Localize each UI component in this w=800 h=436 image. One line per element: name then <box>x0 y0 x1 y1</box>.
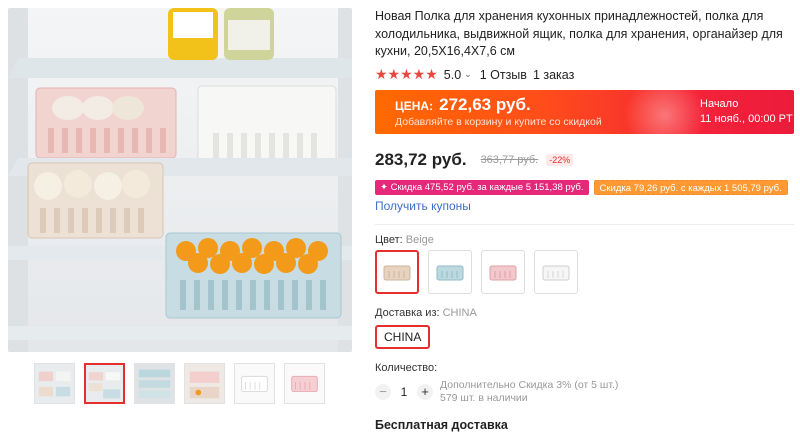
color-value: Beige <box>405 234 434 246</box>
swatch-beige[interactable] <box>375 250 419 294</box>
product-title: Новая Полка для хранения кухонных принад… <box>375 9 783 58</box>
coupon-badge-2[interactable]: Скидка 79,26 руб. с каждых 1 505,79 руб. <box>593 180 788 195</box>
thumbnail-3[interactable] <box>134 363 175 404</box>
thumbnail-2[interactable] <box>84 363 125 404</box>
ship-from-china-button[interactable]: CHINA <box>375 325 431 349</box>
free-shipping-heading: Бесплатная доставка <box>375 418 508 432</box>
coupon-badge-1[interactable]: ✦ Скидка 475,52 руб. за каждые 5 151,38 … <box>375 180 589 195</box>
rating-stars: ★★★★★ <box>375 66 438 82</box>
thumbnail-4[interactable] <box>184 363 225 404</box>
main-product-image[interactable] <box>8 8 352 352</box>
color-swatches <box>375 250 578 294</box>
product-info: Новая Полка для хранения кухонных принад… <box>375 8 795 83</box>
quantity-note: Дополнительно Скидка 3% (от 5 шт.) 579 ш… <box>440 379 618 405</box>
promo-price-label: ЦЕНА: <box>395 99 434 113</box>
promo-subtitle: Добавляйте в корзину и купите со скидкой <box>395 116 602 128</box>
quantity-stepper: − 1 + <box>375 384 433 400</box>
price-row: 283,72 руб. 363,77 руб. -22% <box>375 150 574 170</box>
coupon-list: ✦ Скидка 475,52 руб. за каждые 5 151,38 … <box>375 180 788 195</box>
promo-start-label: Начало <box>700 98 739 110</box>
quantity-minus-button[interactable]: − <box>375 384 391 400</box>
shipping-value: CHINA <box>442 307 477 319</box>
stock-text: 579 шт. в наличии <box>440 392 528 404</box>
thumbnail-1[interactable] <box>34 363 75 404</box>
thumbnail-5[interactable] <box>234 363 275 404</box>
chevron-down-icon[interactable]: ⌄ <box>464 69 472 80</box>
quantity-value[interactable]: 1 <box>391 385 417 399</box>
promo-banner: ЦЕНА: 272,63 руб. Добавляйте в корзину и… <box>375 90 794 134</box>
current-price: 283,72 руб. <box>375 150 467 169</box>
color-label: Цвет: Beige <box>375 234 434 246</box>
promo-start: Начало 11 нояб., 00:00 PT <box>693 97 793 127</box>
orders-count: 1 заказ <box>532 67 575 82</box>
quantity-label: Количество: <box>375 362 438 374</box>
extra-discount-text: Дополнительно Скидка 3% (от 5 шт.) <box>440 379 619 391</box>
rating-row: ★★★★★ 5.0 ⌄ 1 Отзыв 1 заказ <box>375 66 795 83</box>
swatch-pink[interactable] <box>481 250 525 294</box>
thumbnail-6[interactable] <box>284 363 325 404</box>
swatch-white[interactable] <box>534 250 578 294</box>
promo-price: 272,63 руб. <box>439 95 531 114</box>
rating-score[interactable]: 5.0 <box>444 68 461 82</box>
swatch-blue[interactable] <box>428 250 472 294</box>
discount-badge: -22% <box>546 154 574 166</box>
reviews-link[interactable]: 1 Отзыв <box>480 68 527 82</box>
promo-start-date: 11 нояб., 00:00 PT <box>700 113 793 125</box>
quantity-plus-button[interactable]: + <box>417 384 433 400</box>
divider <box>375 224 794 225</box>
shipping-label: Доставка из: CHINA <box>375 307 477 319</box>
old-price: 363,77 руб. <box>480 154 539 166</box>
thumbnail-strip <box>34 363 325 404</box>
get-coupons-link[interactable]: Получить купоны <box>375 199 471 213</box>
